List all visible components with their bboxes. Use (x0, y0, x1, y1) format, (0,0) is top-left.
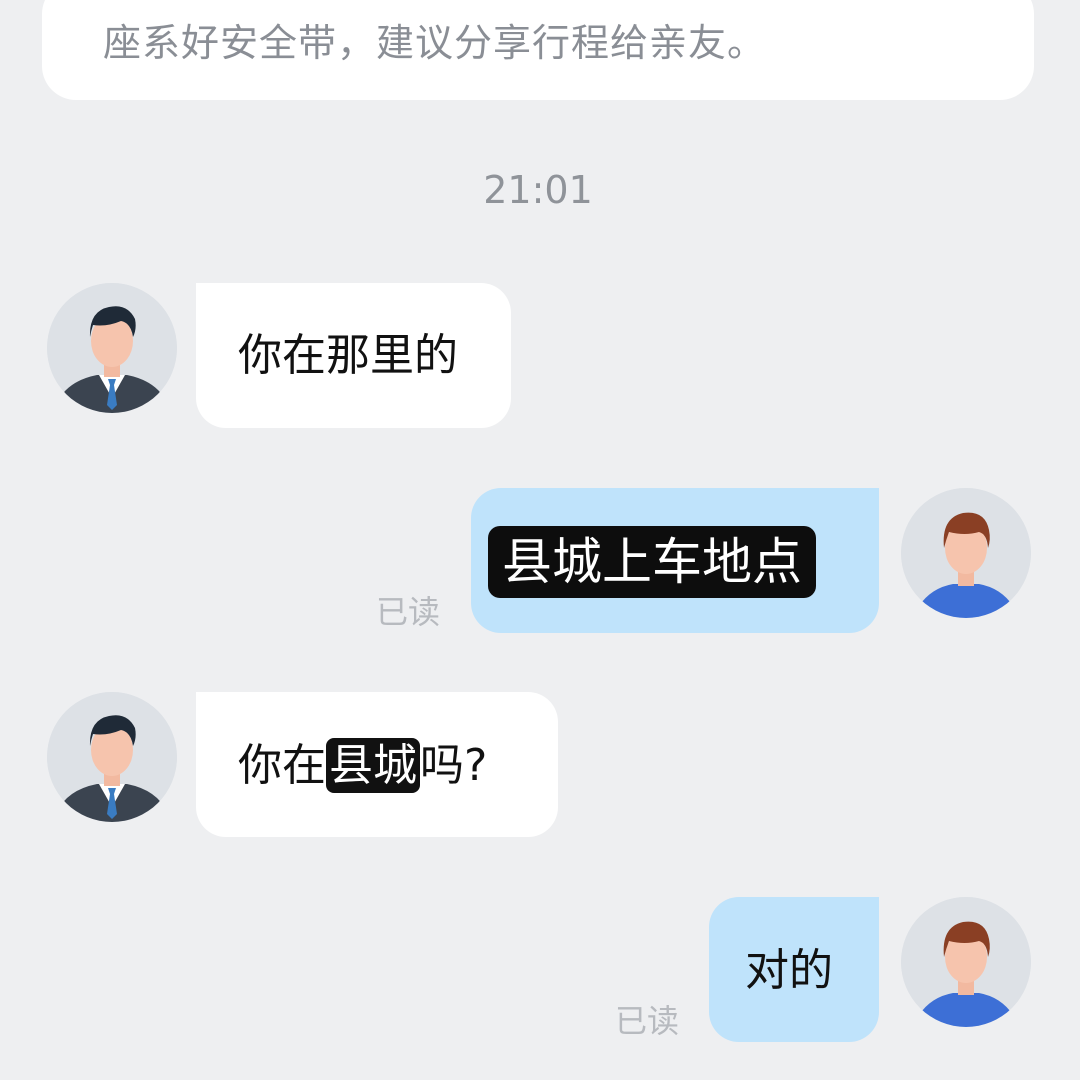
message-timestamp: 21:01 (483, 168, 593, 212)
incoming-message-text: 你在那里的 (238, 330, 458, 381)
outgoing-message-text: 对的 (745, 945, 833, 996)
read-status-label: 已读 (376, 593, 441, 631)
message-text-highlight: 县城 (326, 738, 420, 793)
passenger-avatar-icon[interactable] (901, 897, 1031, 1027)
message-text-before: 你在 (238, 740, 326, 791)
incoming-message-text: 你在县城吗? (238, 738, 487, 793)
read-status-label: 已读 (615, 1002, 680, 1040)
driver-avatar-icon[interactable] (47, 283, 177, 413)
message-text-after: 吗? (420, 740, 488, 791)
outgoing-message-text-highlighted: 县城上车地点 (488, 526, 816, 598)
driver-avatar-icon[interactable] (47, 692, 177, 822)
safety-notice-text: 座系好安全带，建议分享行程给亲友。 (103, 21, 767, 65)
passenger-avatar-icon[interactable] (901, 488, 1031, 618)
